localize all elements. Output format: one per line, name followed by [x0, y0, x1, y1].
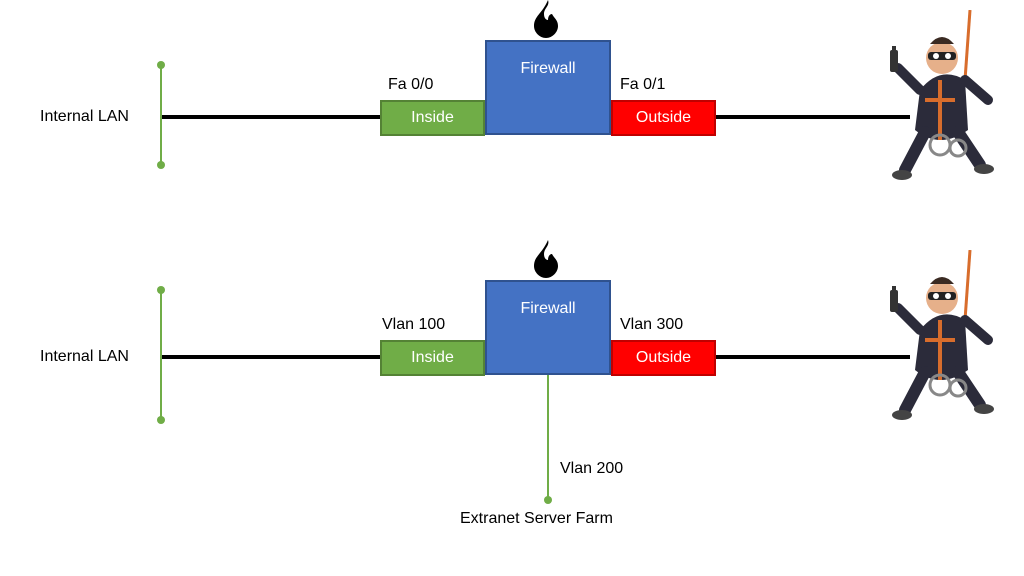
bot-lan-label: Internal LAN [40, 348, 129, 366]
top-lan-label: Internal LAN [40, 108, 129, 126]
top-firewall-box: Firewall [485, 40, 611, 135]
top-left-port-label: Fa 0/0 [388, 76, 433, 94]
top-firewall-text: Firewall [520, 60, 575, 78]
bot-right-port-label: Vlan 300 [620, 316, 683, 334]
top-inside-text: Inside [411, 109, 454, 127]
bot-inside-box: Inside [380, 340, 485, 376]
top-intruder-illustration [880, 10, 1000, 190]
top-outside-text: Outside [636, 109, 691, 127]
top-outside-box: Outside [611, 100, 716, 136]
bot-inside-text: Inside [411, 349, 454, 367]
bot-firewall-text: Firewall [520, 300, 575, 318]
bot-firewall-box: Firewall [485, 280, 611, 375]
bot-flame-icon [524, 236, 572, 284]
bot-down-port-label: Vlan 200 [560, 460, 623, 478]
top-right-port-label: Fa 0/1 [620, 76, 665, 94]
bot-lan-vline [160, 290, 162, 420]
bot-outside-box: Outside [611, 340, 716, 376]
diagram-canvas: Internal LAN Inside Fa 0/0 Firewall Outs… [0, 0, 1024, 576]
bot-extranet-vline [547, 375, 549, 500]
top-lan-vline [160, 65, 162, 165]
top-flame-icon [524, 0, 572, 44]
bot-outside-text: Outside [636, 349, 691, 367]
top-inside-box: Inside [380, 100, 485, 136]
bot-left-port-label: Vlan 100 [382, 316, 445, 334]
bot-intruder-illustration [880, 250, 1000, 430]
bot-extranet-label: Extranet Server Farm [460, 510, 613, 528]
